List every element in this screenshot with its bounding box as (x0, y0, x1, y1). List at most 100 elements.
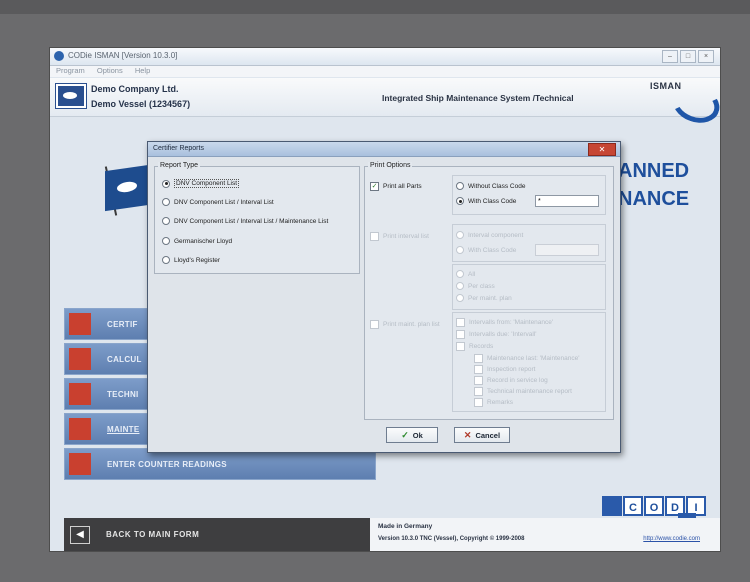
without-class-code-label: Without Class Code (468, 182, 526, 190)
footer-info: Made in Germany Version 10.3.0 TNC (Vess… (370, 518, 720, 551)
class-code-input[interactable]: * (535, 195, 599, 207)
cancel-button[interactable]: ✕ Cancel (454, 427, 510, 443)
radio-icon (162, 256, 170, 264)
maint-option-records[interactable]: Records (456, 342, 493, 351)
radio-icon (162, 179, 170, 188)
report-type-dnv-interval-list[interactable]: DNV Component List / Interval List (162, 198, 274, 206)
close-window-button[interactable]: × (698, 50, 714, 63)
codi-logo-square (602, 496, 622, 516)
website-link[interactable]: http://www.codie.com (643, 536, 700, 542)
made-in-label: Made in Germany (378, 523, 433, 530)
radio-icon (456, 182, 464, 190)
certificates-label: CERTIF (107, 320, 138, 329)
report-type-label: DNV Component List / Interval List / Mai… (174, 217, 329, 225)
scope-per-class-label: Per class (468, 282, 495, 290)
interval-component-radio[interactable]: Interval component (456, 231, 523, 239)
scope-all-radio[interactable]: All (456, 270, 475, 278)
print-all-parts-checkbox[interactable]: ✓ Print all Parts (370, 182, 422, 191)
maint-option-2[interactable]: Intervalls due: 'Intervall' (456, 330, 537, 339)
maint-sub-option-3[interactable]: Record in service log (474, 376, 548, 385)
banner-text-line2: NANCE (618, 188, 690, 210)
codi-letter-c: C (623, 496, 643, 516)
maint-option-label: Records (469, 343, 494, 350)
maint-sub-option-4[interactable]: Technical maintenance report (474, 387, 572, 396)
print-all-parts-label: Print all Parts (383, 183, 422, 190)
checkbox-icon (370, 232, 379, 241)
window-title: CODie ISMAN [Version 10.3.0] (68, 51, 178, 60)
print-interval-list-label: Print interval list (383, 233, 429, 240)
app-icon (54, 51, 64, 61)
ok-label: Ok (412, 430, 423, 440)
maximize-button[interactable]: □ (680, 50, 696, 63)
scope-per-plan-radio[interactable]: Per maint. plan (456, 294, 512, 302)
banner-text-line1: ANNED (618, 160, 690, 182)
maint-sub-option-label: Record in service log (487, 377, 548, 384)
radio-icon (456, 197, 464, 205)
maintenance-icon (69, 418, 91, 440)
scope-per-class-radio[interactable]: Per class (456, 282, 495, 290)
clock-icon (69, 453, 91, 475)
radio-icon (456, 270, 464, 278)
radio-icon (162, 198, 170, 206)
maint-sub-option-2[interactable]: Inspection report (474, 365, 535, 374)
title-bar: CODie ISMAN [Version 10.3.0] – □ × (50, 48, 720, 66)
print-interval-list-checkbox[interactable]: Print interval list (370, 232, 429, 241)
maint-sub-option-1[interactable]: Maintenance last: 'Maintenance' (474, 354, 579, 363)
maint-sub-option-label: Remarks (487, 399, 514, 406)
menu-help[interactable]: Help (135, 66, 150, 75)
maint-option-label: Intervalls due: 'Intervall' (469, 331, 537, 338)
certificate-icon (69, 313, 91, 335)
interval-class-code-radio[interactable]: With Class Code (456, 246, 516, 254)
interval-class-code-label: With Class Code (468, 246, 517, 254)
scope-all-label: All (468, 270, 476, 278)
interval-class-code-input[interactable] (535, 244, 599, 256)
flag-logo-icon (105, 164, 149, 212)
report-type-dnv-component-list[interactable]: DNV Component List (162, 179, 240, 188)
company-logo-icon (56, 84, 86, 108)
ok-button[interactable]: ✓ Ok (386, 427, 438, 443)
enter-counter-readings-label: ENTER COUNTER READINGS (107, 460, 227, 469)
dialog-close-button[interactable]: ✕ (588, 143, 616, 156)
report-type-title: Report Type (158, 162, 201, 169)
cancel-label: Cancel (475, 430, 501, 440)
report-type-lloyds-register[interactable]: Lloyd's Register (162, 256, 220, 264)
report-type-germanischer-lloyd[interactable]: Germanischer Lloyd (162, 237, 232, 245)
with-class-code-radio[interactable]: With Class Code (456, 197, 516, 205)
back-arrow-icon: ◀ (70, 526, 90, 544)
checkbox-icon (456, 342, 465, 351)
maint-sub-option-label: Technical maintenance report (487, 388, 572, 395)
scope-per-plan-label: Per maint. plan (468, 294, 512, 302)
calculations-label: CALCUL (107, 355, 142, 364)
report-type-label: DNV Component List (174, 179, 240, 188)
company-name: Demo Company Ltd. (91, 84, 179, 94)
version-label: Version 10.3.0 TNC (Vessel), Copyright ©… (378, 536, 525, 542)
checkbox-icon (474, 376, 483, 385)
maintenance-label: MAINTE (107, 425, 140, 434)
report-type-dnv-maintenance-list[interactable]: DNV Component List / Interval List / Mai… (162, 217, 328, 225)
maint-option-1[interactable]: Intervalls from: 'Maintenance' (456, 318, 553, 327)
checkbox-icon (474, 387, 483, 396)
calculator-icon (69, 348, 91, 370)
back-label: BACK TO MAIN FORM (106, 530, 200, 539)
with-class-code-label: With Class Code (468, 197, 517, 205)
print-maint-plan-checkbox[interactable]: Print maint. plan list (370, 320, 440, 329)
radio-icon (162, 217, 170, 225)
dialog-title: Certifier Reports (153, 145, 204, 152)
without-class-code-radio[interactable]: Without Class Code (456, 182, 525, 190)
dialog-title-bar: Certifier Reports ✕ (148, 142, 620, 157)
minimize-button[interactable]: – (662, 50, 678, 63)
interval-component-label: Interval component (468, 231, 524, 239)
report-type-label: Lloyd's Register (174, 256, 221, 264)
menu-options[interactable]: Options (97, 66, 123, 75)
app-window: CODie ISMAN [Version 10.3.0] – □ × Progr… (50, 48, 720, 551)
maint-option-label: Intervalls from: 'Maintenance' (469, 319, 554, 326)
app-header: Demo Company Ltd. Demo Vessel (1234567) … (50, 78, 720, 130)
maint-sub-option-5[interactable]: Remarks (474, 398, 513, 407)
menu-program[interactable]: Program (56, 66, 85, 75)
gear-icon (69, 383, 91, 405)
screen-frame (0, 0, 750, 14)
print-options-title: Print Options (368, 162, 413, 169)
radio-icon (456, 282, 464, 290)
print-maint-plan-label: Print maint. plan list (383, 321, 440, 328)
radio-icon (456, 231, 464, 239)
